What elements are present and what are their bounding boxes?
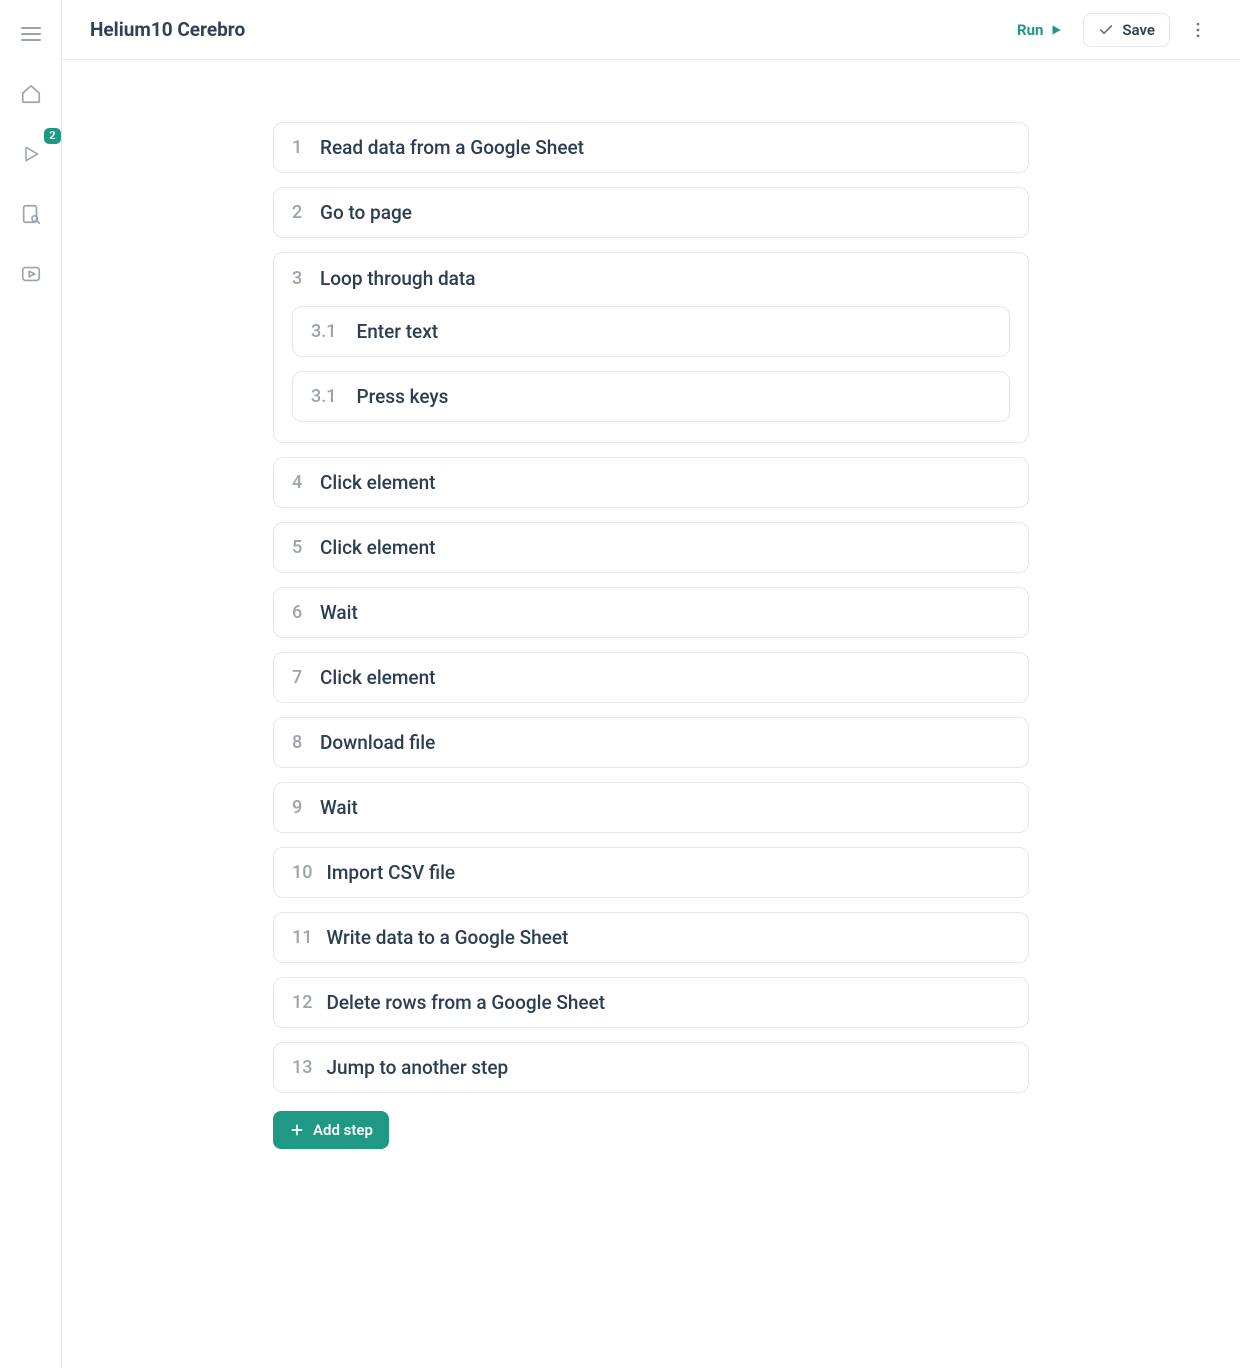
step-item[interactable]: 4 Click element [273,457,1029,508]
substep-label: Press keys [356,385,448,408]
substep-number: 3.1 [311,386,336,407]
substep-number: 3.1 [311,321,336,342]
step-number: 3 [292,268,306,289]
step-number: 12 [292,992,312,1013]
step-label: Import CSV file [326,861,455,884]
step-item[interactable]: 2 Go to page [273,187,1029,238]
step-number: 7 [292,667,306,688]
step-number: 11 [292,927,312,948]
step-label: Click element [320,471,435,494]
step-number: 10 [292,862,312,883]
run-label: Run [1017,21,1043,39]
step-item[interactable]: 5 Click element [273,522,1029,573]
steps-list: 1 Read data from a Google Sheet 2 Go to … [273,122,1029,1149]
menu-icon[interactable] [15,18,47,50]
step-label: Download file [320,731,435,754]
step-label: Write data to a Google Sheet [326,926,568,949]
step-label: Wait [320,601,358,624]
loop-step: 3 Loop through data 3.1 Enter text 3.1 P… [273,252,1029,443]
step-item[interactable]: 13 Jump to another step [273,1042,1029,1093]
save-button[interactable]: Save [1083,13,1170,47]
step-item[interactable]: 8 Download file [273,717,1029,768]
more-icon[interactable] [1184,16,1212,44]
step-item[interactable]: 12 Delete rows from a Google Sheet [273,977,1029,1028]
step-item[interactable]: 7 Click element [273,652,1029,703]
step-number: 9 [292,797,306,818]
check-icon [1098,22,1114,38]
home-icon[interactable] [15,78,47,110]
loop-header[interactable]: 3 Loop through data [292,267,1010,290]
step-number: 6 [292,602,306,623]
step-label: Jump to another step [326,1056,508,1079]
step-item[interactable]: 10 Import CSV file [273,847,1029,898]
step-label: Read data from a Google Sheet [320,136,584,159]
step-item[interactable]: 1 Read data from a Google Sheet [273,122,1029,173]
step-number: 2 [292,202,306,223]
loop-children: 3.1 Enter text 3.1 Press keys [292,306,1010,422]
plus-icon [289,1122,305,1138]
step-number: 1 [292,137,306,158]
add-step-label: Add step [313,1121,373,1139]
step-label: Delete rows from a Google Sheet [326,991,605,1014]
step-label: Go to page [320,201,412,224]
run-button[interactable]: Run [1011,15,1069,45]
substep-item[interactable]: 3.1 Press keys [292,371,1010,422]
play-fill-icon [1049,23,1063,37]
step-item[interactable]: 6 Wait [273,587,1029,638]
page-title: Helium10 Cerebro [90,18,245,41]
step-number: 4 [292,472,306,493]
step-item[interactable]: 9 Wait [273,782,1029,833]
play-icon[interactable]: 2 [15,138,47,170]
notification-badge: 2 [44,128,60,144]
document-search-icon[interactable] [15,198,47,230]
video-icon[interactable] [15,258,47,290]
step-item[interactable]: 11 Write data to a Google Sheet [273,912,1029,963]
step-number: 8 [292,732,306,753]
step-label: Click element [320,536,435,559]
step-label: Wait [320,796,358,819]
step-label: Loop through data [320,267,476,290]
substep-item[interactable]: 3.1 Enter text [292,306,1010,357]
add-step-button[interactable]: Add step [273,1111,389,1149]
step-number: 13 [292,1057,312,1078]
step-number: 5 [292,537,306,558]
save-label: Save [1122,21,1155,39]
substep-label: Enter text [356,320,438,343]
sidebar: 2 [0,0,62,1368]
step-label: Click element [320,666,435,689]
topbar: Helium10 Cerebro Run Save [62,0,1240,60]
